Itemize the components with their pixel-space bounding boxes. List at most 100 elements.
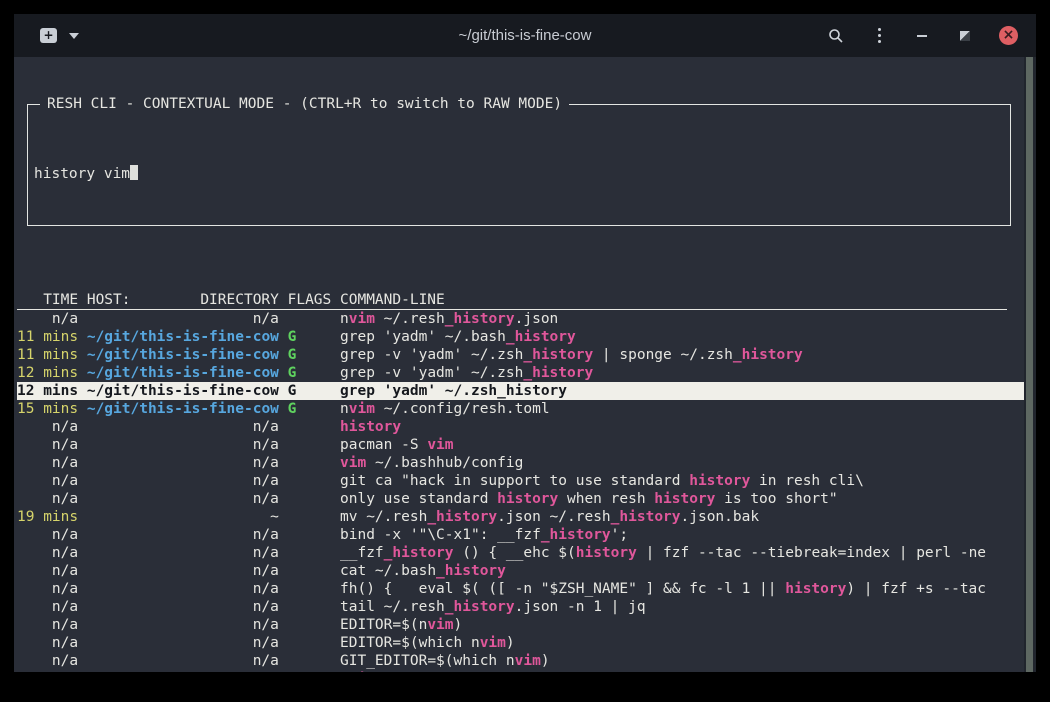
row-flag: G	[288, 401, 332, 417]
row-time: 11 mins	[17, 347, 78, 363]
search-icon	[828, 28, 844, 44]
row-directory: ~/git/this-is-fine-cow	[87, 383, 279, 399]
scrollbar[interactable]	[1024, 57, 1036, 672]
match-highlight: vim	[427, 437, 453, 453]
close-icon: ×	[1003, 28, 1015, 42]
history-row[interactable]: n/a n/a EDITOR=$(nvim)	[17, 616, 1036, 634]
minimize-button[interactable]	[913, 27, 931, 45]
history-table: TIME HOST: DIRECTORY FLAGS COMMAND-LINE …	[17, 292, 1036, 672]
history-row[interactable]: n/a n/a __fzf_history () { __ehc $(histo…	[17, 544, 1036, 562]
terminal-window: + ~/git/this-is-fine-cow ×	[14, 14, 1036, 672]
row-command: nvim ~/.config/resh.toml	[340, 401, 550, 417]
match-highlight: vim	[480, 635, 506, 651]
row-command: nvim	[340, 671, 375, 672]
history-row[interactable]: n/a n/a nvim	[17, 670, 1036, 672]
row-time: 15 mins	[17, 401, 78, 417]
minimize-icon	[917, 35, 927, 37]
row-time: 12 mins	[17, 365, 78, 381]
row-time: 12 mins	[17, 383, 78, 399]
match-highlight: history	[497, 491, 558, 507]
row-command: only use standard history when resh hist…	[340, 491, 838, 507]
row-flag: G	[288, 347, 332, 363]
restore-icon	[960, 31, 970, 41]
match-highlight: _history	[445, 599, 515, 615]
row-command: grep -v 'yadm' ~/.zsh_history | sponge ~…	[340, 347, 803, 363]
row-command: vim ~/.bashhub/config	[340, 455, 523, 471]
match-highlight: vim	[340, 455, 366, 471]
resh-search-box[interactable]: RESH CLI - CONTEXTUAL MODE - (CTRL+R to …	[27, 104, 1011, 226]
row-command: bind -x '"\C-x1": __fzf_history';	[340, 527, 628, 543]
row-command: fh() { eval $( ([ -n "$ZSH_NAME" ] && fc…	[340, 581, 986, 597]
match-highlight: _history	[611, 509, 681, 525]
table-header: TIME HOST: DIRECTORY FLAGS COMMAND-LINE	[17, 292, 1007, 310]
row-flag: G	[288, 365, 332, 381]
history-row[interactable]: n/a n/a GIT_EDITOR=$(which nvim)	[17, 652, 1036, 670]
history-row-selected[interactable]: 12 mins ~/git/this-is-fine-cow G grep 'y…	[17, 382, 1036, 400]
restore-button[interactable]	[956, 27, 974, 45]
match-highlight: vim	[349, 401, 375, 417]
history-row[interactable]: n/a n/a history	[17, 418, 1036, 436]
row-command: history	[340, 419, 401, 435]
row-flag: G	[288, 329, 332, 345]
history-row[interactable]: 15 mins ~/git/this-is-fine-cow G nvim ~/…	[17, 400, 1036, 418]
match-highlight: vim	[515, 653, 541, 669]
row-command: EDITOR=$(which nvim)	[340, 635, 515, 651]
history-row[interactable]: 11 mins ~/git/this-is-fine-cow G grep -v…	[17, 346, 1036, 364]
match-highlight: _history	[506, 329, 576, 345]
terminal-content: RESH CLI - CONTEXTUAL MODE - (CTRL+R to …	[14, 57, 1036, 672]
resh-mode-label: RESH CLI - CONTEXTUAL MODE - (CTRL+R to …	[40, 95, 569, 113]
row-directory: ~/git/this-is-fine-cow	[87, 365, 279, 381]
history-row[interactable]: n/a n/a vim ~/.bashhub/config	[17, 454, 1036, 472]
match-highlight: _history	[427, 509, 497, 525]
match-highlight: vim	[427, 617, 453, 633]
match-highlight: _history	[445, 311, 515, 327]
row-command: tail ~/.resh_history.json -n 1 | jq	[340, 599, 646, 615]
row-directory: ~/git/this-is-fine-cow	[87, 401, 279, 417]
row-command: git ca "hack in support to use standard …	[340, 473, 864, 489]
history-row[interactable]: n/a n/a only use standard history when r…	[17, 490, 1036, 508]
row-command: __fzf_history () { __ehc $(history | fzf…	[340, 545, 986, 561]
match-highlight: _history	[541, 527, 611, 543]
match-highlight: vim	[349, 311, 375, 327]
row-command: nvim ~/.resh_history.json	[340, 311, 558, 327]
row-flag: G	[288, 383, 332, 399]
match-highlight: history	[689, 473, 750, 489]
row-command: EDITOR=$(nvim)	[340, 617, 462, 633]
history-row[interactable]: n/a n/a EDITOR=$(which nvim)	[17, 634, 1036, 652]
scrollbar-thumb[interactable]	[1026, 57, 1033, 672]
row-command: pacman -S vim	[340, 437, 454, 453]
history-row[interactable]: n/a n/a bind -x '"\C-x1": __fzf_history'…	[17, 526, 1036, 544]
match-highlight: history	[785, 581, 846, 597]
history-row[interactable]: n/a n/a pacman -S vim	[17, 436, 1036, 454]
history-row[interactable]: 19 mins ~ mv ~/.resh_history.json ~/.res…	[17, 508, 1036, 526]
match-highlight: _history	[497, 383, 567, 399]
search-query-text: history vim	[34, 166, 130, 182]
search-input[interactable]: history vim	[34, 165, 1010, 183]
match-highlight: _history	[523, 347, 593, 363]
history-row[interactable]: n/a n/a nvim ~/.resh_history.json	[17, 310, 1036, 328]
history-row[interactable]: n/a n/a tail ~/.resh_history.json -n 1 |…	[17, 598, 1036, 616]
history-row[interactable]: 12 mins ~/git/this-is-fine-cow G grep -v…	[17, 364, 1036, 382]
history-row[interactable]: 11 mins ~/git/this-is-fine-cow G grep 'y…	[17, 328, 1036, 346]
search-button[interactable]	[827, 27, 845, 45]
match-highlight: vim	[349, 671, 375, 672]
history-row[interactable]: n/a n/a fh() { eval $( ([ -n "$ZSH_NAME"…	[17, 580, 1036, 598]
row-time: 19 mins	[17, 509, 78, 525]
history-row[interactable]: n/a n/a git ca "hack in support to use s…	[17, 472, 1036, 490]
row-command: mv ~/.resh_history.json ~/.resh_history.…	[340, 509, 759, 525]
row-command: grep -v 'yadm' ~/.zsh_history	[340, 365, 593, 381]
match-highlight: _history	[733, 347, 803, 363]
history-row[interactable]: n/a n/a cat ~/.bash_history	[17, 562, 1036, 580]
row-command: grep 'yadm' ~/.bash_history	[340, 329, 576, 345]
row-directory: ~/git/this-is-fine-cow	[87, 329, 279, 345]
match-highlight: _history	[436, 563, 506, 579]
menu-button[interactable]	[870, 27, 888, 45]
match-highlight: history	[576, 545, 637, 561]
row-time: 11 mins	[17, 329, 78, 345]
text-cursor	[130, 165, 138, 180]
match-highlight: history	[340, 419, 401, 435]
match-highlight: history	[654, 491, 715, 507]
close-button[interactable]: ×	[999, 26, 1018, 45]
titlebar[interactable]: + ~/git/this-is-fine-cow ×	[14, 14, 1036, 57]
row-command: grep 'yadm' ~/.zsh_history	[340, 383, 567, 399]
